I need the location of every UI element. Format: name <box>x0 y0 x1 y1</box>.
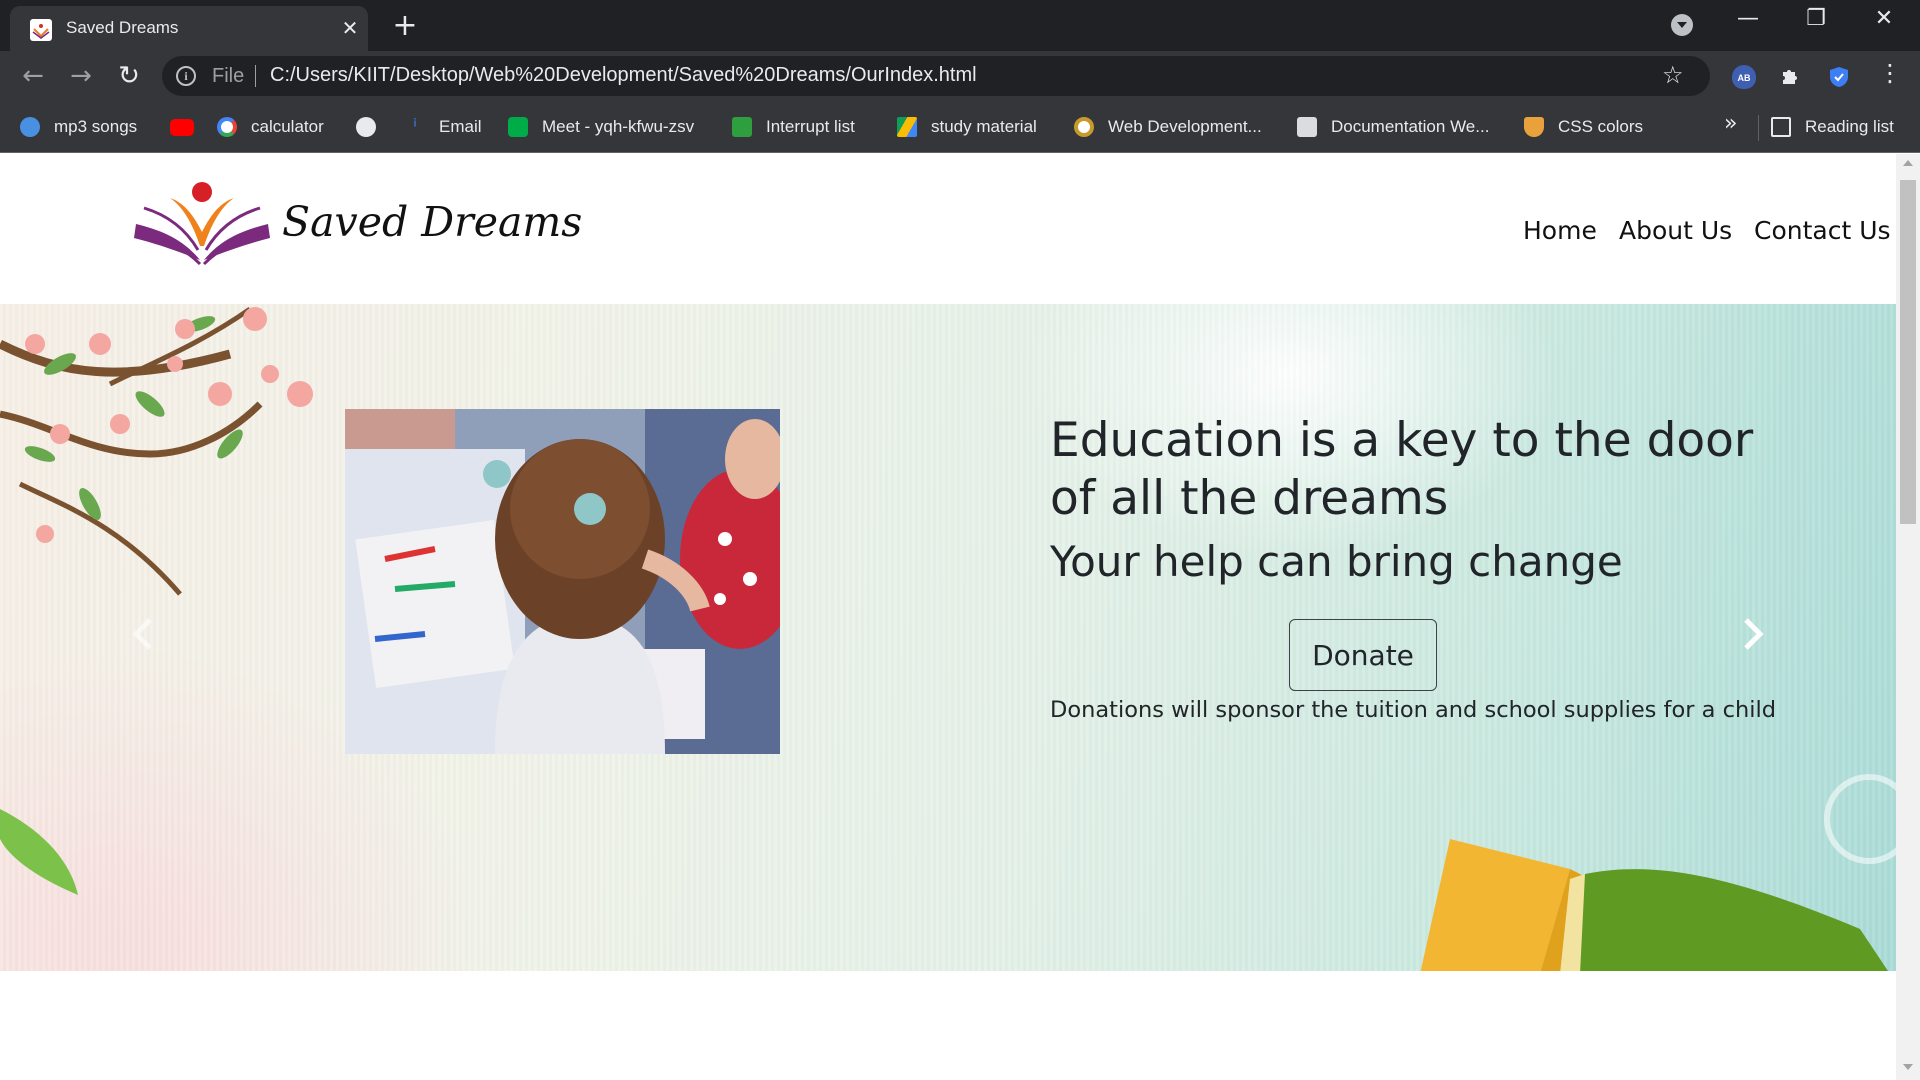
reading-list-button[interactable]: Reading list <box>1771 115 1894 139</box>
bookmark-web-development[interactable]: Web Development... <box>1074 115 1262 139</box>
css-icon <box>1524 117 1544 137</box>
carousel-prev-icon[interactable] <box>128 614 158 654</box>
books-illustration-icon <box>1420 839 1888 971</box>
nav-contact-us[interactable]: Contact Us <box>1754 216 1891 245</box>
bookmark-css-colors[interactable]: CSS colors <box>1524 115 1643 139</box>
back-icon[interactable]: ← <box>18 61 48 91</box>
bookmarks-divider <box>1758 115 1759 141</box>
tab-search-icon[interactable] <box>1671 14 1693 36</box>
site-favicon-icon <box>30 19 52 41</box>
bookmark-study-material[interactable]: study material <box>897 115 1037 139</box>
documentation-icon <box>1297 117 1317 137</box>
security-shield-icon[interactable] <box>1827 65 1851 89</box>
tab-title: Saved Dreams <box>66 18 179 37</box>
hero-carousel: Education is a key to the door of all th… <box>0 304 1896 971</box>
bookmark-youtube[interactable] <box>170 115 208 139</box>
donate-button[interactable]: Donate <box>1289 619 1437 691</box>
site-info-icon[interactable]: i <box>176 66 196 86</box>
carousel-next-icon[interactable] <box>1738 614 1768 654</box>
cherry-blossom-branch-icon <box>0 306 313 596</box>
reading-list-icon <box>1771 117 1791 137</box>
nav-about-us[interactable]: About Us <box>1619 216 1732 245</box>
youtube-icon <box>170 118 194 136</box>
scroll-down-icon[interactable] <box>1903 1064 1913 1070</box>
page-scrollbar[interactable] <box>1896 154 1920 1080</box>
browser-toolbar: ← → ↻ i File C:/Users/KIIT/Desktop/Web%2… <box>0 51 1920 101</box>
bookmark-globe[interactable] <box>356 115 390 139</box>
extensions-puzzle-icon[interactable] <box>1778 65 1802 89</box>
hero-subtitle: Your help can bring change <box>1050 537 1623 586</box>
web-dev-icon <box>1074 117 1094 137</box>
bookmark-interrupt-list[interactable]: Interrupt list <box>732 115 855 139</box>
bookmark-meet[interactable]: Meet - yqh-kfwu-zsv <box>508 115 694 139</box>
address-divider <box>255 65 256 87</box>
url-scheme: File <box>212 65 245 87</box>
leaf-icon <box>0 809 78 895</box>
minimize-icon[interactable]: — <box>1728 6 1768 38</box>
meet-icon <box>508 117 528 137</box>
bookmark-calculator[interactable]: calculator <box>217 115 324 139</box>
reload-icon[interactable]: ↻ <box>114 61 144 91</box>
site-navbar: Saved Dreams Home About Us Contact Us <box>0 154 1896 304</box>
donation-note: Donations will sponsor the tuition and s… <box>1050 697 1776 723</box>
bookmark-documentation[interactable]: Documentation We... <box>1297 115 1489 139</box>
brand-name[interactable]: Saved Dreams <box>282 198 582 246</box>
bookmark-star-icon[interactable]: ☆ <box>1662 61 1684 89</box>
bookmarks-bar: mp3 songs calculator ⁱ Email Meet - yqh-k… <box>0 101 1920 153</box>
scroll-thumb[interactable] <box>1900 180 1916 524</box>
cloud-music-icon <box>20 117 40 137</box>
interrupt-icon <box>732 117 752 137</box>
url-text[interactable]: C:/Users/KIIT/Desktop/Web%20Development/… <box>270 64 977 87</box>
adblock-extension-icon[interactable]: AB <box>1732 65 1756 89</box>
browser-menu-icon[interactable]: ⋮ <box>1878 61 1902 85</box>
bookmark-mp3-songs[interactable]: mp3 songs <box>20 115 137 139</box>
nav-home[interactable]: Home <box>1523 216 1597 245</box>
new-tab-icon[interactable]: + <box>390 8 420 43</box>
restore-icon[interactable]: ❐ <box>1796 6 1836 38</box>
forward-icon[interactable]: → <box>66 61 96 91</box>
close-window-icon[interactable]: ✕ <box>1864 6 1904 38</box>
browser-tab[interactable]: Saved Dreams ✕ <box>10 6 368 51</box>
web-page: Saved Dreams Home About Us Contact Us Ed… <box>0 154 1896 1080</box>
tab-close-icon[interactable]: ✕ <box>338 16 362 40</box>
email-icon: ⁱ <box>413 116 417 138</box>
saved-dreams-logo-icon[interactable] <box>130 178 275 268</box>
scroll-up-icon[interactable] <box>1903 160 1913 166</box>
google-icon <box>217 117 237 137</box>
browser-tabbar: Saved Dreams ✕ + — ❐ ✕ <box>0 0 1920 51</box>
globe-icon <box>356 117 376 137</box>
more-bookmarks-icon[interactable]: » <box>1724 111 1737 136</box>
address-bar[interactable]: i File C:/Users/KIIT/Desktop/Web%20Devel… <box>162 56 1710 96</box>
hero-title: Education is a key to the door of all th… <box>1050 413 1754 526</box>
children-drawing-photo <box>345 409 780 754</box>
drive-icon <box>897 117 917 137</box>
bookmark-email[interactable]: ⁱ Email <box>405 115 481 139</box>
svg-text:AB: AB <box>1738 73 1751 83</box>
